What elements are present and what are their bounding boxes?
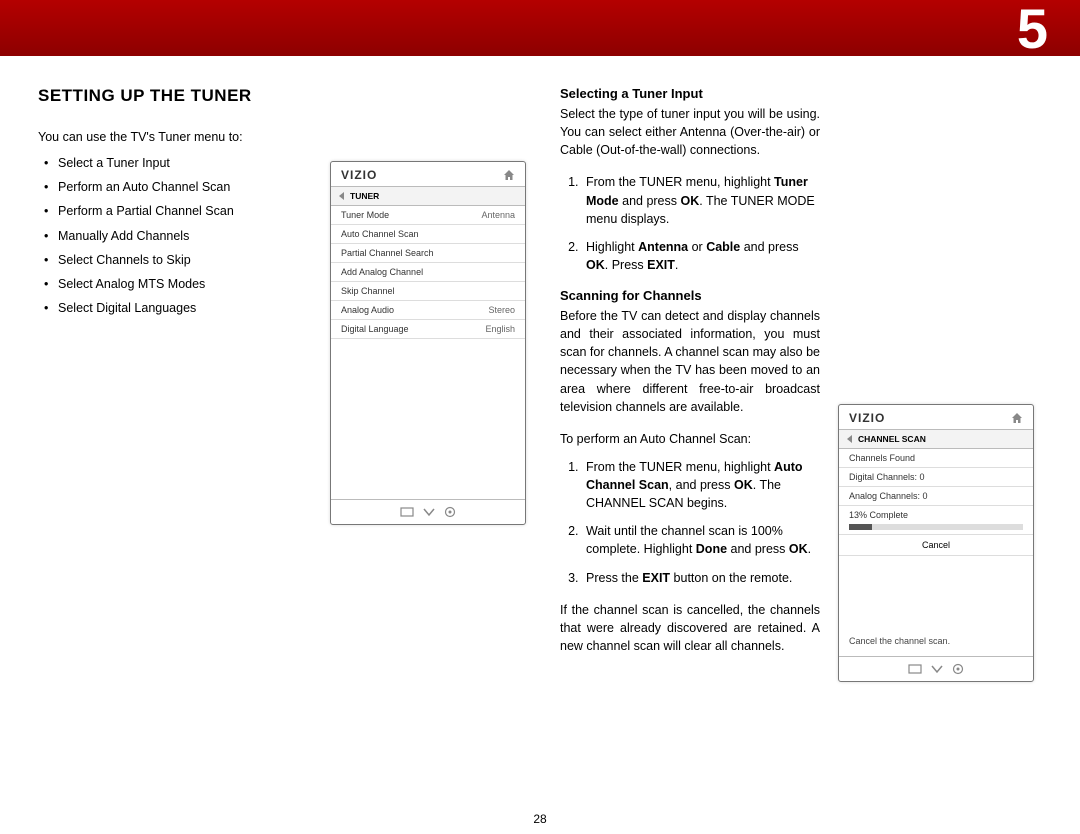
breadcrumb-label: TUNER [350,191,379,201]
table-row: Channels Found [839,449,1033,468]
list-item: Select Analog MTS Modes [58,275,296,293]
progress-bar [849,524,1023,530]
chevron-down-icon [423,507,435,517]
tv-menu-footer [331,499,525,524]
tv-menu-channel-scan: VIZIO CHANNEL SCAN Channels Found Digita… [838,404,1034,682]
progress-fill [849,524,872,530]
tv-menu-tuner: VIZIO TUNER Tuner ModeAntenna Auto Chann… [330,161,526,525]
list-item: Select a Tuner Input [58,154,296,172]
table-row: Partial Channel Search [331,244,525,263]
tv-menu-header: VIZIO [331,162,525,187]
paragraph: Before the TV can detect and display cha… [560,307,820,416]
list-item: Wait until the channel scan is 100% comp… [582,522,820,558]
wide-icon [908,664,922,674]
table-row: Digital LanguageEnglish [331,320,525,339]
gear-icon [952,663,964,675]
table-row: Add Analog Channel [331,263,525,282]
chevron-down-icon [931,664,943,674]
tv-menu-rows: Tuner ModeAntenna Auto Channel Scan Part… [331,206,525,339]
paragraph: To perform an Auto Channel Scan: [560,430,820,448]
cancel-button: Cancel [839,535,1033,556]
breadcrumb: CHANNEL SCAN [839,430,1033,449]
list-item: Select Channels to Skip [58,251,296,269]
right-text-block: Selecting a Tuner Input Select the type … [560,86,820,682]
ordered-steps: From the TUNER menu, highlight Tuner Mod… [560,173,820,274]
home-icon [503,169,515,181]
list-item: From the TUNER menu, highlight Tuner Mod… [582,173,820,227]
left-column: SETTING UP THE TUNER You can use the TV'… [38,86,296,682]
list-item: Select Digital Languages [58,299,296,317]
gear-icon [444,506,456,518]
subsection-title: Selecting a Tuner Input [560,86,820,101]
tv-menu-body-spacer [331,339,525,499]
page-number: 28 [0,812,1080,826]
page-body: SETTING UP THE TUNER You can use the TV'… [0,56,1080,682]
chapter-number: 5 [1017,0,1048,61]
table-row: 13% Complete [839,506,1033,535]
table-row: Skip Channel [331,282,525,301]
list-item: Manually Add Channels [58,227,296,245]
intro-bullets: Select a Tuner Input Perform an Auto Cha… [38,154,296,317]
table-row: Auto Channel Scan [331,225,525,244]
vizio-logo: VIZIO [341,168,377,182]
right-column: Selecting a Tuner Input Select the type … [560,86,1042,682]
tv-menu-footer [839,656,1033,681]
ordered-steps: From the TUNER menu, highlight Auto Chan… [560,458,820,587]
list-item: Press the EXIT button on the remote. [582,569,820,587]
home-icon [1011,412,1023,424]
tv-menu-header: VIZIO [839,405,1033,430]
channel-scan-figure: VIZIO CHANNEL SCAN Channels Found Digita… [838,86,1042,682]
section-title: SETTING UP THE TUNER [38,86,296,106]
back-icon [847,435,852,443]
table-row: Analog Channels: 0 [839,487,1033,506]
table-row: Tuner ModeAntenna [331,206,525,225]
vizio-logo: VIZIO [849,411,885,425]
list-item: Perform an Auto Channel Scan [58,178,296,196]
breadcrumb-label: CHANNEL SCAN [858,434,926,444]
paragraph: If the channel scan is cancelled, the ch… [560,601,820,655]
list-item: Highlight Antenna or Cable and press OK.… [582,238,820,274]
hint-text: Cancel the channel scan. [839,556,1033,656]
back-icon [339,192,344,200]
table-row: Analog AudioStereo [331,301,525,320]
table-row: Digital Channels: 0 [839,468,1033,487]
subsection-title: Scanning for Channels [560,288,820,303]
list-item: Perform a Partial Channel Scan [58,202,296,220]
list-item: From the TUNER menu, highlight Auto Chan… [582,458,820,512]
intro-text: You can use the TV's Tuner menu to: [38,128,296,146]
header-bar: 5 [0,0,1080,56]
tuner-menu-figure: VIZIO TUNER Tuner ModeAntenna Auto Chann… [330,86,526,682]
wide-icon [400,507,414,517]
paragraph: Select the type of tuner input you will … [560,105,820,159]
breadcrumb: TUNER [331,187,525,206]
